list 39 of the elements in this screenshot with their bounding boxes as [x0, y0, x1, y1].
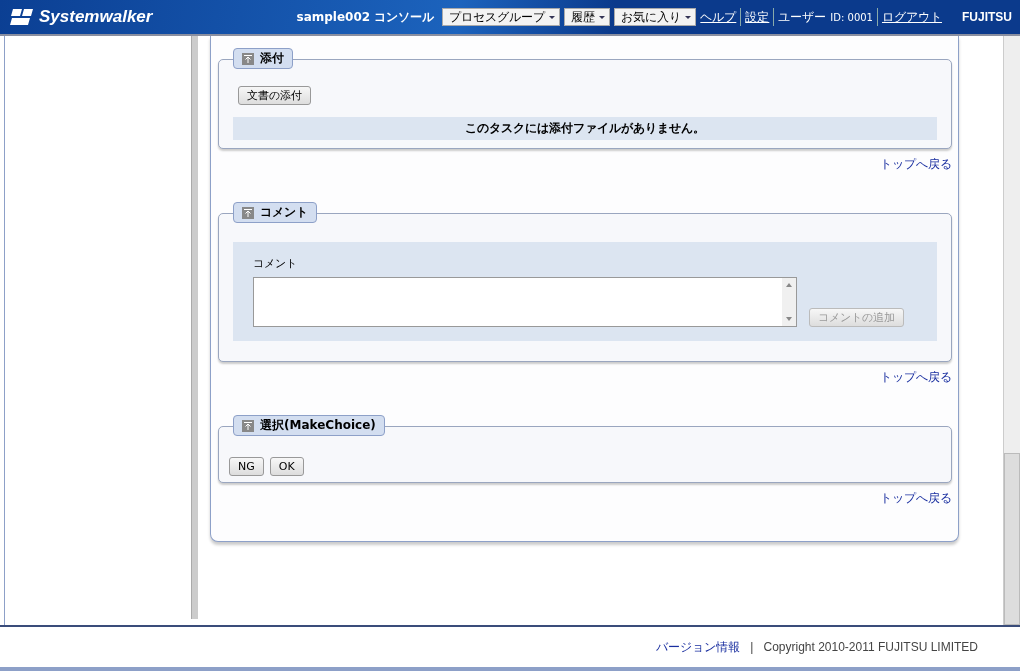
comment-input[interactable] — [253, 277, 797, 327]
back-to-top-link[interactable]: トップへ戻る — [880, 370, 952, 384]
collapse-icon[interactable] — [242, 419, 254, 432]
back-to-top-link[interactable]: トップへ戻る — [880, 491, 952, 505]
dropdown-menu[interactable]: お気に入り — [614, 8, 697, 26]
logout-link[interactable]: ログアウト — [882, 8, 942, 26]
page-scrollbar[interactable] — [1003, 36, 1020, 625]
empty-message: このタスクには添付ファイルがありません。 — [233, 117, 937, 140]
console-title: sample002 コンソール — [296, 8, 435, 26]
choice-button[interactable]: OK — [269, 457, 304, 476]
copyright-text: Copyright 2010-2011 FUJITSU LIMITED — [763, 640, 978, 654]
section-title: 選択(MakeChoice) — [260, 417, 376, 434]
collapse-icon[interactable] — [242, 52, 254, 65]
version-link[interactable]: バージョン情報 — [656, 638, 741, 656]
user-label: ユーザー — [778, 8, 827, 26]
dropdown-menu[interactable]: 履歴 — [564, 8, 611, 26]
caret-icon — [549, 15, 556, 19]
scrollbar[interactable] — [782, 278, 796, 326]
field-label: コメント — [253, 256, 298, 271]
section-legend[interactable]: 選択(MakeChoice) — [233, 415, 385, 436]
section-title: 添付 — [260, 50, 284, 67]
section-legend[interactable]: 添付 — [233, 48, 293, 69]
user-id: ID: 0001 — [830, 11, 873, 23]
section-legend[interactable]: コメント — [233, 202, 317, 223]
dropdown-menu[interactable]: プロセスグループ — [442, 8, 561, 26]
collapse-icon[interactable] — [242, 206, 254, 219]
footer-separator: | — [750, 640, 754, 654]
caret-icon — [685, 15, 692, 19]
logo-icon — [10, 8, 36, 26]
header-link[interactable]: 設定 — [745, 8, 770, 26]
choice-button[interactable]: NG — [229, 457, 264, 476]
section-title: コメント — [260, 204, 308, 221]
back-to-top-link[interactable]: トップへ戻る — [880, 157, 952, 171]
scroll-thumb[interactable] — [1004, 453, 1020, 625]
attach-button[interactable]: 文書の添付 — [238, 86, 311, 105]
header-link[interactable]: ヘルプ — [700, 8, 737, 26]
brand-logo: FUJITSU — [962, 10, 1012, 24]
product-logo: Systemwalker — [39, 7, 153, 27]
caret-icon — [599, 15, 606, 19]
